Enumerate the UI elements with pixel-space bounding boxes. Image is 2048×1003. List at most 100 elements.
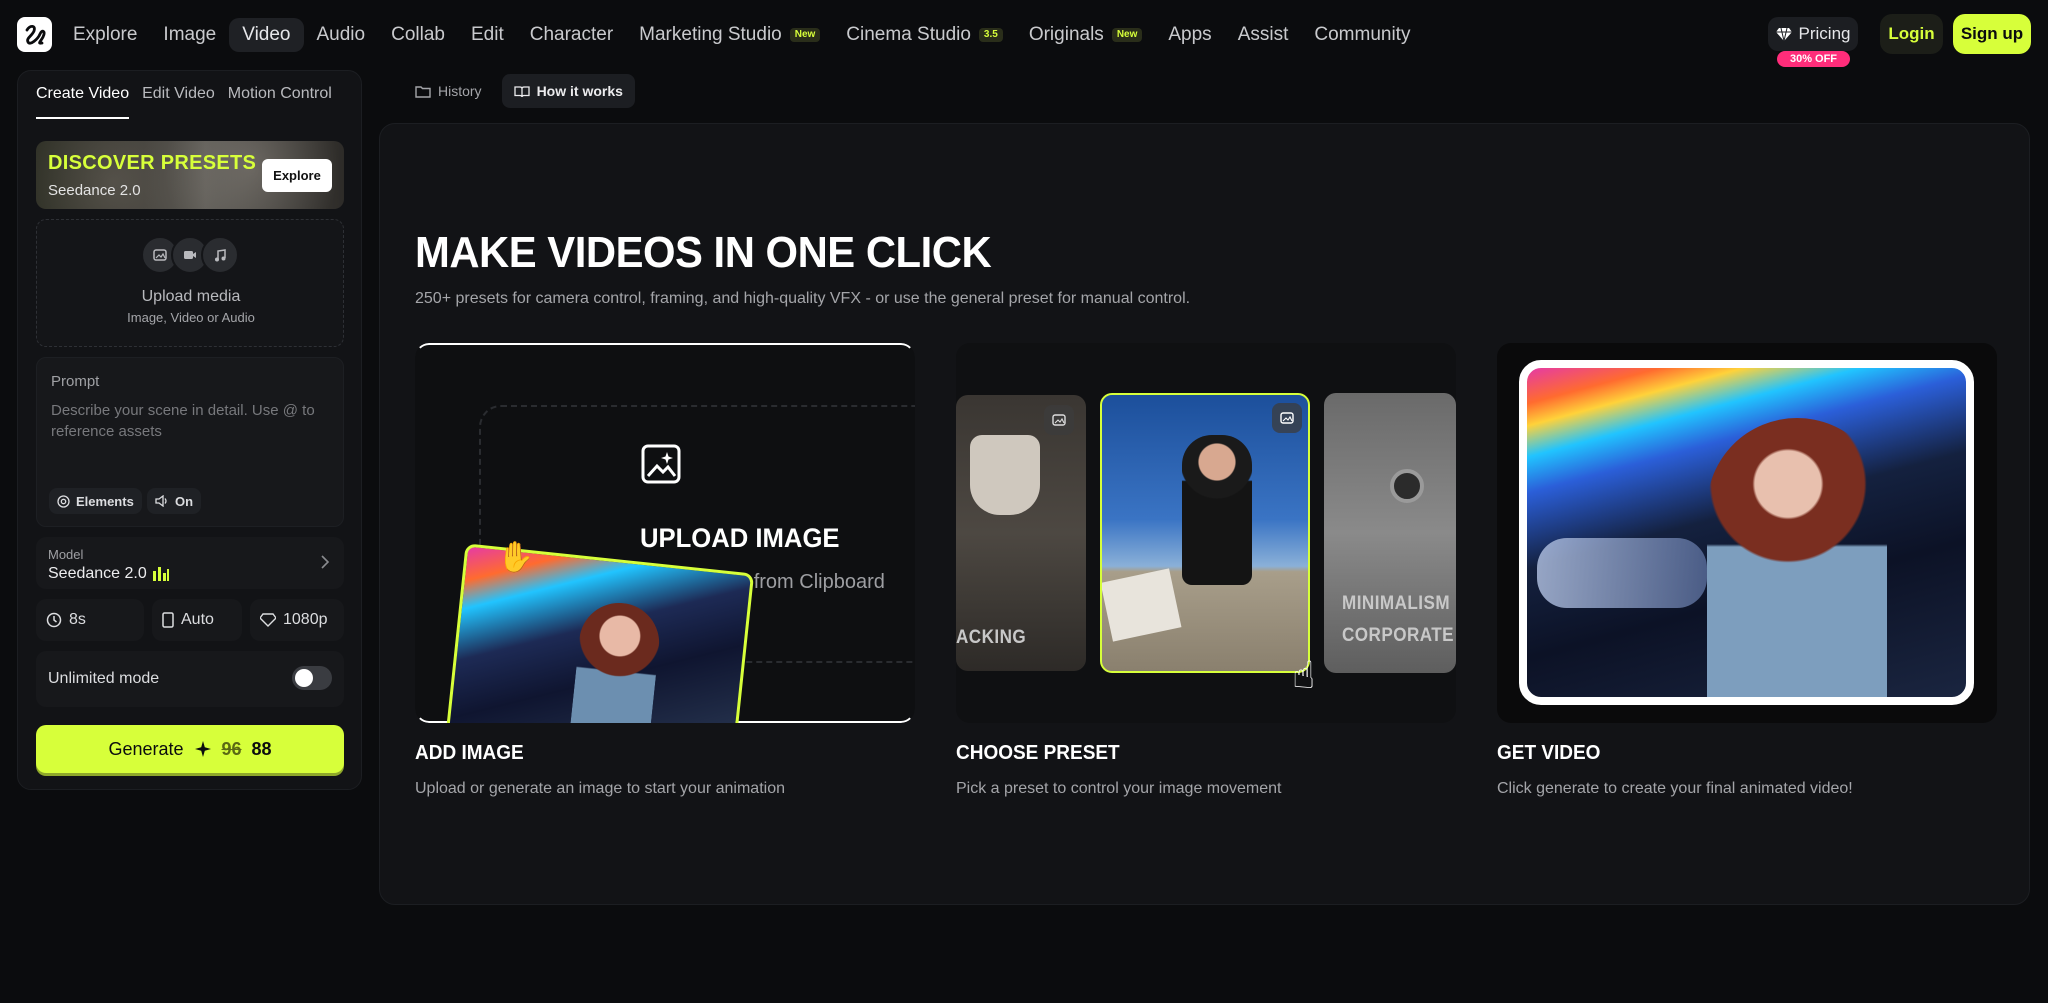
nav-item-assist[interactable]: Assist bbox=[1225, 18, 1302, 52]
nav-label: Edit bbox=[470, 24, 504, 45]
elements-label: Elements bbox=[76, 493, 134, 509]
duration-value: 8s bbox=[69, 611, 86, 628]
step-description: Pick a preset to control your image move… bbox=[956, 780, 1282, 797]
speaker-icon bbox=[155, 495, 167, 507]
generate-label: Generate bbox=[108, 738, 184, 759]
explore-presets-button[interactable]: Explore bbox=[262, 159, 332, 192]
nav-label: Originals bbox=[1028, 24, 1104, 45]
tab-history[interactable]: History bbox=[403, 74, 494, 108]
discount-badge: 30% OFF bbox=[1777, 51, 1850, 67]
aspect-value: Auto bbox=[181, 611, 214, 628]
nav-item-apps[interactable]: Apps bbox=[1155, 18, 1224, 52]
clock-icon bbox=[46, 612, 62, 628]
nav-item-originals[interactable]: Originals New bbox=[1016, 18, 1156, 52]
result-video-frame bbox=[1519, 360, 1974, 705]
step-card-choose-preset: ACKING MINIMALISM CORPORATE ☝ bbox=[956, 343, 1456, 723]
upload-image-text: UPLOAD IMAGE bbox=[640, 523, 840, 553]
nav-label: Explore bbox=[73, 24, 138, 45]
aspect-ratio-icon bbox=[162, 612, 174, 628]
resolution-selector[interactable]: 1080p bbox=[250, 599, 344, 641]
hero-subtitle: 250+ presets for camera control, framing… bbox=[415, 290, 1191, 307]
car-image bbox=[1537, 538, 1707, 608]
tab-motion-control[interactable]: Motion Control bbox=[228, 85, 332, 119]
tab-label: How it works bbox=[536, 83, 623, 99]
presets-title: DISCOVER PRESETS bbox=[48, 152, 257, 174]
presets-model: Seedance 2.0 bbox=[48, 182, 141, 199]
nav-label: Cinema Studio bbox=[846, 24, 971, 45]
old-credit-cost: 96 bbox=[221, 738, 242, 759]
music-icon bbox=[201, 236, 239, 274]
nav-item-audio[interactable]: Audio bbox=[304, 18, 379, 52]
nav-item-edit[interactable]: Edit bbox=[458, 18, 517, 52]
nav-item-character[interactable]: Character bbox=[517, 18, 626, 52]
model-selector[interactable]: Model Seedance 2.0 bbox=[36, 537, 344, 589]
nav-label: Marketing Studio bbox=[639, 24, 782, 45]
top-navigation: Explore Image Video Audio Collab Edit Ch… bbox=[0, 0, 2048, 70]
step-card-get-video bbox=[1497, 343, 1997, 723]
folder-icon bbox=[415, 85, 431, 98]
pricing-label: Pricing bbox=[1798, 24, 1851, 43]
diamond-icon bbox=[260, 613, 276, 627]
nav-label: Collab bbox=[391, 24, 445, 45]
nav-item-image[interactable]: Image bbox=[150, 18, 229, 52]
tab-create-video[interactable]: Create Video bbox=[36, 85, 130, 119]
step-description: Click generate to create your final anim… bbox=[1497, 780, 1853, 797]
pricing-button[interactable]: Pricing bbox=[1768, 17, 1858, 51]
nav-item-video[interactable]: Video bbox=[229, 18, 304, 52]
image-badge-icon bbox=[1044, 405, 1074, 435]
step-title: ADD IMAGE bbox=[415, 742, 524, 764]
aspect-selector[interactable]: Auto bbox=[152, 599, 242, 641]
sidebar-tabs: Create Video Edit Video Motion Control bbox=[36, 85, 332, 119]
step-description: Upload or generate an image to start you… bbox=[415, 780, 785, 797]
logo-icon bbox=[25, 24, 45, 45]
nav-item-marketing-studio[interactable]: Marketing Studio New bbox=[626, 18, 833, 52]
nav-item-collab[interactable]: Collab bbox=[378, 18, 458, 52]
tab-label: History bbox=[438, 83, 482, 99]
newspaper-image bbox=[1102, 568, 1182, 642]
model-name: Seedance 2.0 bbox=[48, 565, 147, 582]
step-card-add-image: UPLOAD IMAGE Paste from Clipboard ✋ bbox=[415, 343, 915, 723]
new-badge: New bbox=[789, 28, 821, 42]
nav-item-explore[interactable]: Explore bbox=[60, 18, 150, 52]
nav-item-cinema-studio[interactable]: Cinema Studio 3.5 bbox=[833, 18, 1016, 52]
preset-name: CORPORATE bbox=[1342, 625, 1455, 646]
preset-thumbnail-left: ACKING bbox=[956, 395, 1086, 671]
cup-image bbox=[970, 435, 1040, 515]
tab-how-it-works[interactable]: How it works bbox=[501, 74, 635, 108]
book-icon bbox=[513, 85, 530, 97]
content-subtabs: History How it works bbox=[403, 74, 635, 108]
sparkle-icon bbox=[194, 741, 211, 757]
nav-menu: Explore Image Video Audio Collab Edit Ch… bbox=[60, 18, 1423, 52]
photo-subject bbox=[567, 598, 664, 723]
elements-button[interactable]: Elements bbox=[49, 488, 142, 514]
app-logo[interactable] bbox=[17, 17, 52, 52]
nav-item-community[interactable]: Community bbox=[1301, 18, 1423, 52]
tab-edit-video[interactable]: Edit Video bbox=[142, 85, 215, 119]
generate-button[interactable]: Generate 96 88 bbox=[36, 725, 344, 773]
hero-title: MAKE VIDEOS IN ONE CLICK bbox=[415, 228, 992, 277]
image-badge-icon bbox=[1272, 403, 1302, 433]
nav-label: Video bbox=[242, 24, 291, 45]
discover-presets-banner[interactable]: DISCOVER PRESETS Seedance 2.0 Explore bbox=[36, 141, 344, 209]
prompt-input[interactable]: Describe your scene in detail. Use @ to … bbox=[51, 400, 331, 442]
grab-hand-icon: ✋ bbox=[497, 541, 535, 574]
lamp-image bbox=[1390, 469, 1424, 503]
nav-label: Assist bbox=[1237, 24, 1289, 45]
version-badge: 3.5 bbox=[978, 28, 1003, 42]
nav-label: Image bbox=[163, 24, 217, 45]
signup-button[interactable]: Sign up bbox=[1953, 14, 2031, 54]
diamond-icon bbox=[1775, 27, 1792, 41]
at-icon bbox=[57, 494, 70, 508]
login-button[interactable]: Login bbox=[1880, 14, 1943, 54]
upload-title: Upload media bbox=[141, 288, 241, 305]
upload-type-icons bbox=[141, 236, 239, 274]
duration-selector[interactable]: 8s bbox=[36, 599, 144, 641]
prompt-box[interactable]: Prompt Describe your scene in detail. Us… bbox=[36, 357, 344, 527]
audio-toggle-button[interactable]: On bbox=[147, 488, 202, 514]
nav-label: Apps bbox=[1168, 24, 1212, 45]
audio-label: On bbox=[175, 493, 194, 509]
upload-media-dropzone[interactable]: Upload media Image, Video or Audio bbox=[36, 219, 344, 347]
photo-subject bbox=[1182, 435, 1252, 585]
unlimited-toggle[interactable] bbox=[292, 666, 332, 690]
preset-thumbnail-right: MINIMALISM CORPORATE bbox=[1324, 393, 1456, 673]
